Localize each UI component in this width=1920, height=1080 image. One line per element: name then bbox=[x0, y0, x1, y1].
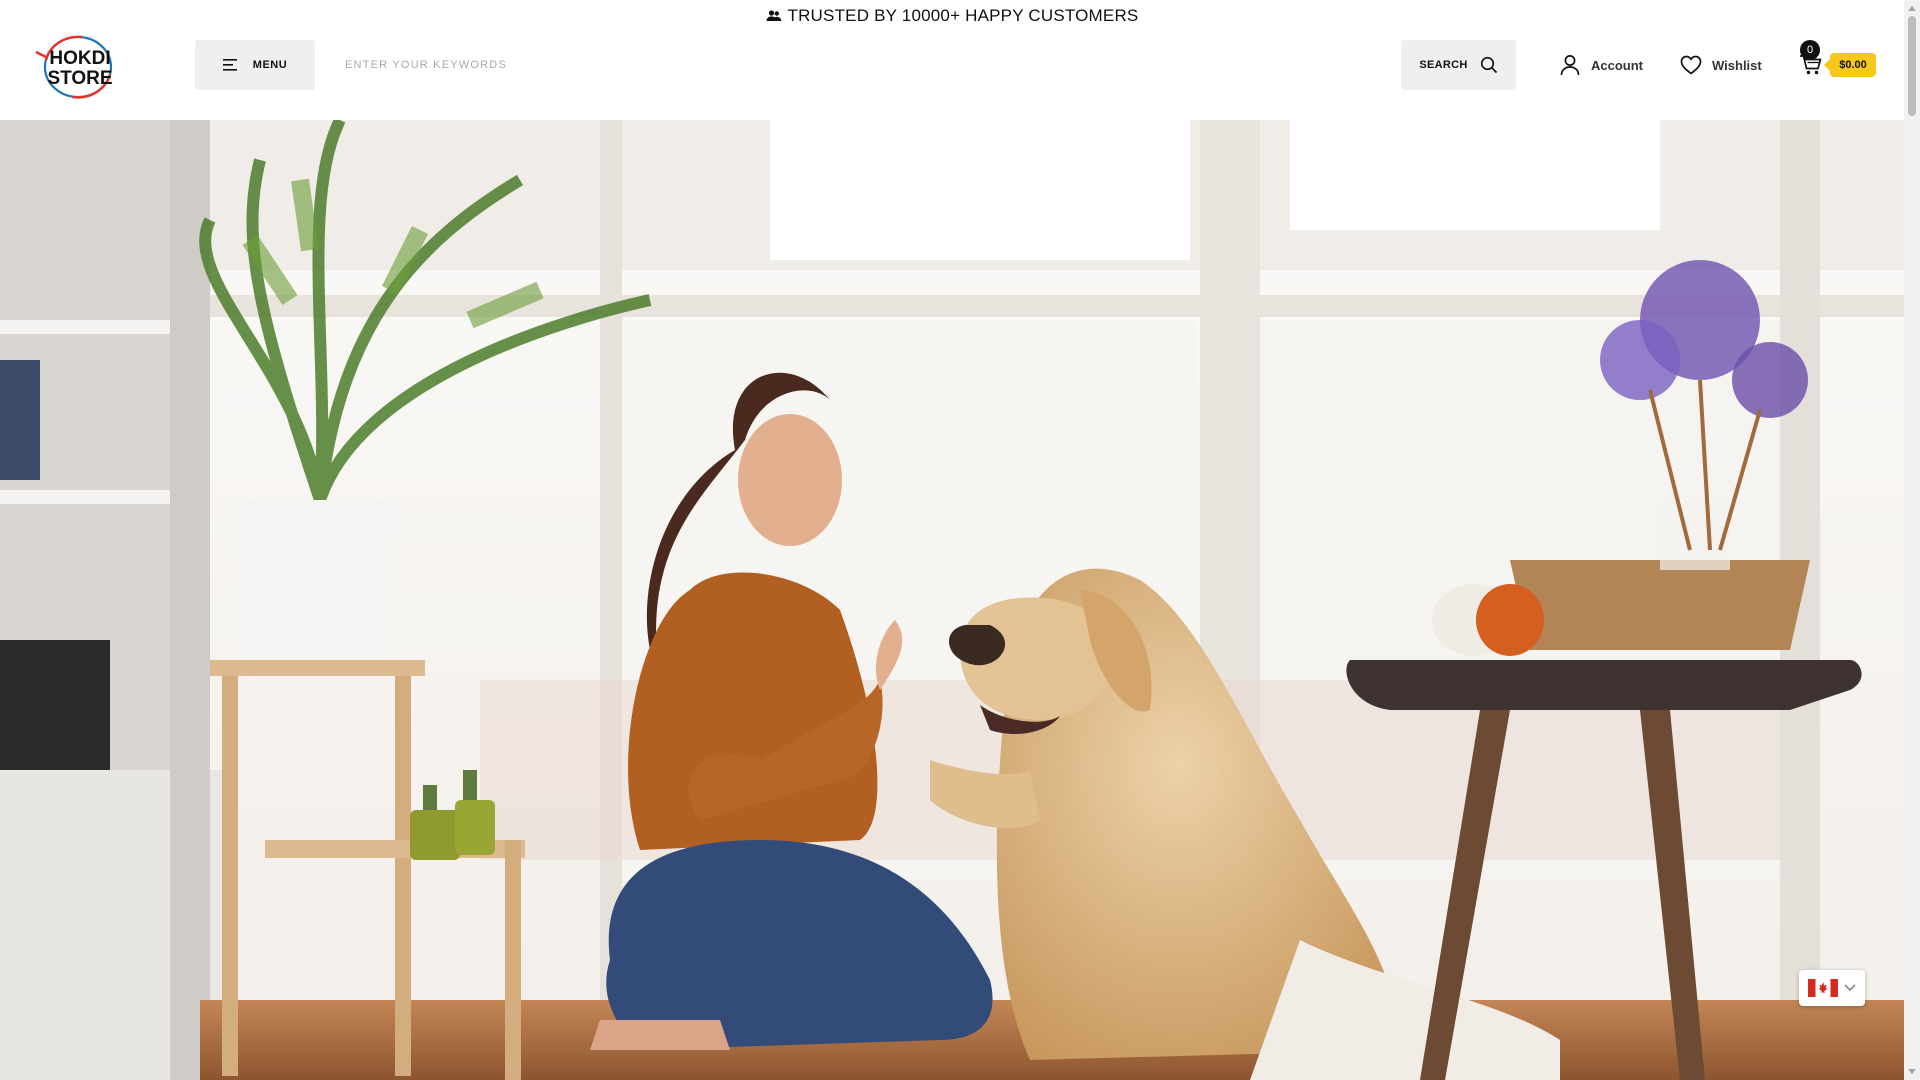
account-label: Account bbox=[1591, 57, 1643, 73]
heart-icon bbox=[1680, 55, 1702, 75]
announcement-bar: TRUSTED BY 10000+ HAPPY CUSTOMERS bbox=[0, 0, 1904, 32]
chevron-down-icon bbox=[1844, 984, 1856, 992]
menu-label: MENU bbox=[252, 59, 288, 71]
scrollbar-thumb[interactable] bbox=[1908, 16, 1916, 116]
wishlist-link[interactable]: Wishlist bbox=[1680, 52, 1762, 78]
cart-button[interactable]: 0 $0.00 bbox=[1799, 40, 1877, 80]
logo-line1: HOKDI bbox=[49, 48, 110, 69]
hero-image bbox=[0, 120, 1904, 1080]
hamburger-icon bbox=[222, 59, 237, 71]
canada-flag-icon bbox=[1808, 979, 1838, 997]
scroll-up-arrow[interactable] bbox=[1908, 6, 1916, 11]
menu-button[interactable]: MENU bbox=[195, 40, 315, 90]
cart-total: $0.00 bbox=[1824, 53, 1876, 77]
logo-line2: STORE bbox=[47, 68, 112, 89]
scroll-down-arrow[interactable] bbox=[1908, 1069, 1916, 1074]
announcement-text: TRUSTED BY 10000+ HAPPY CUSTOMERS bbox=[787, 6, 1139, 25]
user-icon bbox=[1560, 55, 1580, 76]
hero-banner[interactable] bbox=[0, 120, 1904, 1080]
store-logo[interactable]: HOKDI STORE bbox=[30, 32, 130, 102]
site-header: HOKDI STORE MENU SEARCH Account Wishlist bbox=[0, 32, 1904, 120]
cart-count-badge: 0 bbox=[1800, 40, 1820, 60]
currency-selector[interactable] bbox=[1799, 970, 1865, 1006]
page-scrollbar[interactable] bbox=[1904, 0, 1920, 1080]
users-icon bbox=[766, 10, 781, 21]
wishlist-label: Wishlist bbox=[1712, 57, 1762, 73]
search-label: SEARCH bbox=[1419, 59, 1468, 71]
search-input[interactable] bbox=[335, 40, 1415, 90]
account-link[interactable]: Account bbox=[1559, 52, 1643, 78]
search-icon bbox=[1480, 56, 1497, 74]
search-button[interactable]: SEARCH bbox=[1401, 40, 1516, 90]
